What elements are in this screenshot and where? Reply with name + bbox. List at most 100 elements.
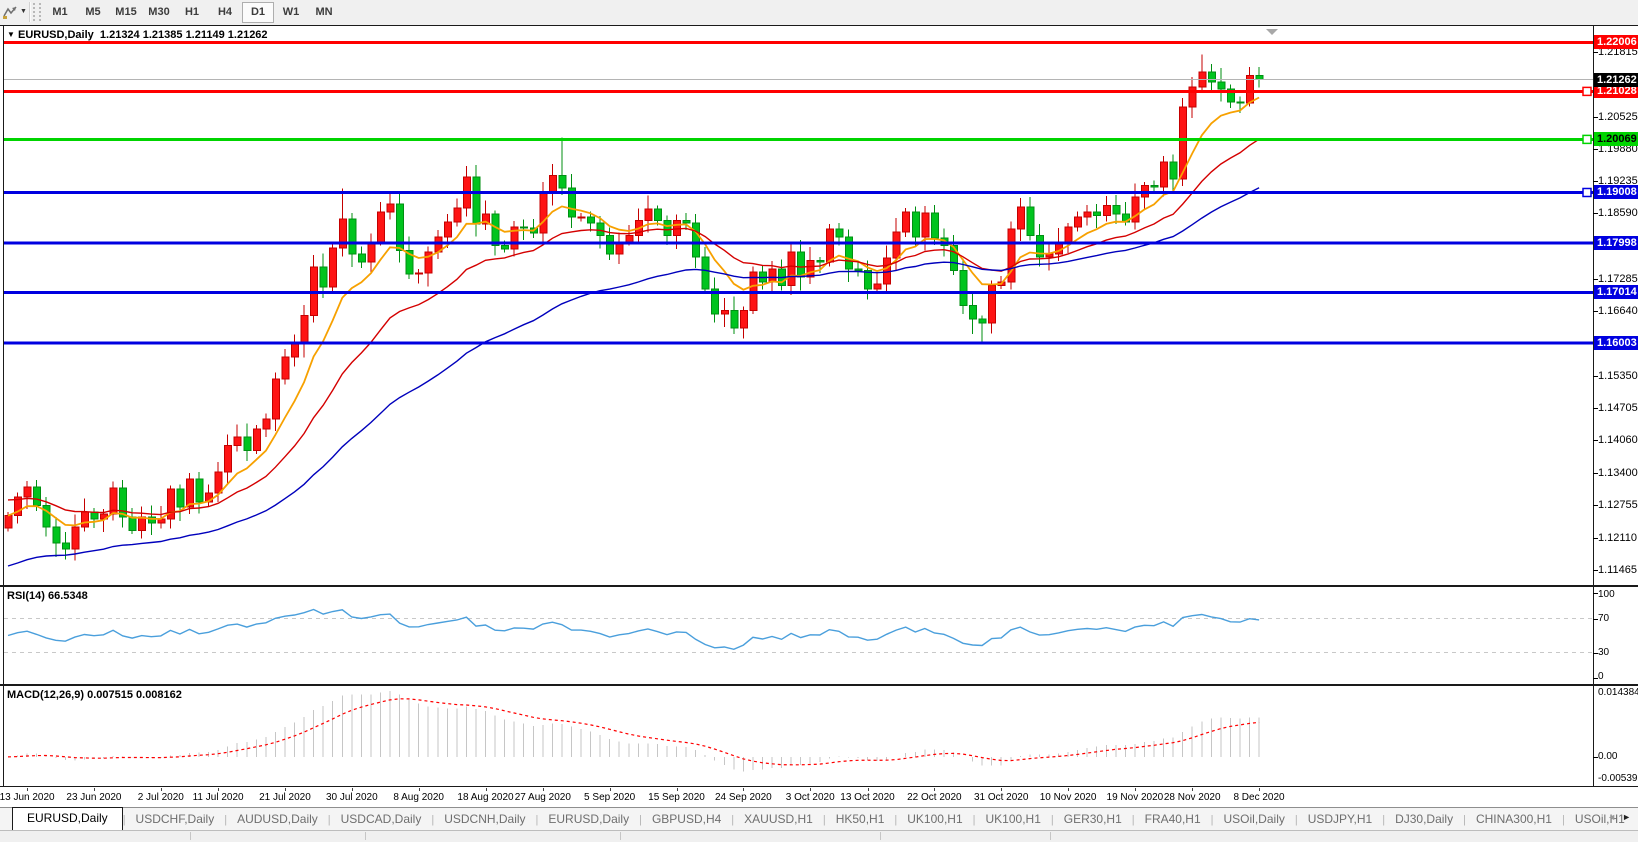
price-level-badge: 1.22006 (1594, 35, 1638, 49)
chart-tab[interactable]: UK100,H1 (976, 809, 1051, 830)
macd-indicator-panel[interactable] (0, 686, 1638, 787)
rsi-line (8, 610, 1259, 650)
timeframe-button-MN[interactable]: MN (308, 2, 340, 23)
ohlc-close: 1.21262 (228, 29, 268, 41)
date-tick (218, 788, 219, 791)
chart-tab[interactable]: GBPUSD,H4 (642, 809, 731, 830)
chart-shift-marker-icon[interactable] (1266, 29, 1278, 35)
main-price-chart[interactable] (0, 26, 1638, 585)
level-drag-handle[interactable] (1583, 87, 1591, 95)
chart-tab[interactable]: CHINA300,H1 (1466, 809, 1562, 830)
date-label: 27 Aug 2020 (515, 792, 571, 803)
date-tick (285, 788, 286, 791)
price-tick-label: 1.12110 (1598, 532, 1638, 544)
date-tick (743, 788, 744, 791)
date-label: 19 Nov 2020 (1107, 792, 1164, 803)
chart-tab[interactable]: UK100,H1 (897, 809, 972, 830)
price-tick-label: 1.20525 (1598, 111, 1638, 123)
chart-line-tool-icon[interactable] (2, 3, 20, 21)
toolbar-dropdown-icon[interactable]: ▼ (20, 8, 27, 15)
price-tick-label: 1.17285 (1598, 273, 1638, 285)
date-label: 21 Jul 2020 (259, 792, 311, 803)
macd-axis-label: -0.005396 (1598, 773, 1638, 785)
date-label: 18 Aug 2020 (457, 792, 513, 803)
date-label: 13 Jun 2020 (0, 792, 55, 803)
price-level-badge: 1.19008 (1594, 185, 1638, 199)
chart-symbol-period: EURUSD,Daily (18, 29, 94, 41)
chart-bottom-border (0, 786, 1638, 787)
ohlc-high: 1.21385 (143, 29, 183, 41)
date-label: 30 Jul 2020 (326, 792, 378, 803)
date-tick (934, 788, 935, 791)
price-level-badge: 1.20069 (1594, 132, 1638, 146)
date-tick (94, 788, 95, 791)
level-drag-handle[interactable] (1583, 188, 1591, 196)
chart-tab[interactable]: USDCNH,Daily (434, 809, 535, 830)
chart-tab[interactable]: DJ30,Daily (1385, 809, 1463, 830)
date-label: 13 Oct 2020 (840, 792, 894, 803)
price-tick-label: 1.12755 (1598, 499, 1638, 511)
date-label: 3 Oct 2020 (786, 792, 835, 803)
date-label: 8 Aug 2020 (393, 792, 444, 803)
timeframe-button-M5[interactable]: M5 (77, 2, 109, 23)
timeframe-button-M30[interactable]: M30 (143, 2, 175, 23)
tab-scroll-left-icon[interactable]: ◄ (1604, 812, 1619, 822)
date-label: 2 Jul 2020 (138, 792, 184, 803)
chart-tab[interactable]: USDCAD,Daily (331, 809, 432, 830)
chart-tab[interactable]: HK50,H1 (826, 809, 895, 830)
price-level-badge: 1.16003 (1594, 336, 1638, 350)
time-axis[interactable]: 13 Jun 2020 23 Jun 2020 2 Jul 2020 11 Jul 2… (0, 788, 1638, 807)
tab-scroll-right-icon[interactable]: ► (1619, 812, 1634, 822)
chart-tab[interactable]: USDJPY,H1 (1298, 809, 1382, 830)
rsi-tick (1593, 619, 1598, 620)
date-tick (610, 788, 611, 791)
date-tick (1192, 788, 1193, 791)
timeframe-button-H4[interactable]: H4 (209, 2, 241, 23)
chart-tab[interactable]: EURUSD,Daily (538, 809, 639, 830)
toolbar-grip-handle[interactable] (33, 3, 41, 21)
chart-tab[interactable]: USDCHF,Daily (126, 809, 225, 830)
date-label: 28 Nov 2020 (1164, 792, 1221, 803)
date-tick (27, 788, 28, 791)
macd-histogram (8, 691, 1259, 771)
macd-signal-line (8, 699, 1259, 765)
rsi-indicator-panel[interactable] (0, 587, 1638, 684)
rsi-label: RSI(14) 66.5348 (7, 590, 88, 602)
chart-tab[interactable]: XAUUSD,H1 (734, 809, 823, 830)
timeframe-button-H1[interactable]: H1 (176, 2, 208, 23)
rsi-tick (1593, 653, 1598, 654)
top-toolbar: ▼ M1M5M15M30H1H4D1W1MN (0, 0, 1638, 26)
chart-tab[interactable]: EURUSD,Daily (12, 807, 123, 830)
timeframe-button-W1[interactable]: W1 (275, 2, 307, 23)
date-label: 31 Oct 2020 (974, 792, 1028, 803)
timeframe-button-D1[interactable]: D1 (242, 2, 274, 23)
title-collapse-icon[interactable]: ▼ (7, 30, 15, 39)
timeframe-button-M1[interactable]: M1 (44, 2, 76, 23)
date-label: 23 Jun 2020 (66, 792, 121, 803)
date-tick (868, 788, 869, 791)
candlesticks (5, 54, 1263, 560)
chart-tab[interactable]: USOil,Daily (1214, 809, 1295, 830)
horizontal-level-lines[interactable] (4, 42, 1593, 342)
price-level-badge: 1.17998 (1594, 236, 1638, 250)
chart-tab-bar: EURUSD,Daily|USDCHF,Daily|AUDUSD,Daily|U… (0, 807, 1638, 830)
ohlc-low: 1.21149 (186, 29, 225, 41)
price-tick-label: 1.15350 (1598, 370, 1638, 382)
chart-tab[interactable]: AUDUSD,Daily (227, 809, 328, 830)
status-bar-separator (365, 832, 366, 840)
date-label: 11 Jul 2020 (193, 792, 244, 803)
date-tick (677, 788, 678, 791)
macd-axis-label: 0.00 (1598, 751, 1638, 763)
price-tick-label: 1.18590 (1598, 207, 1638, 219)
level-drag-handle[interactable] (1583, 135, 1591, 143)
chart-tab[interactable]: GER30,H1 (1054, 809, 1132, 830)
timeframe-button-M15[interactable]: M15 (110, 2, 142, 23)
fast-ma-line (8, 98, 1259, 526)
date-tick (486, 788, 487, 791)
price-level-badge: 1.17014 (1594, 285, 1638, 299)
chart-tab[interactable]: FRA40,H1 (1135, 809, 1211, 830)
rsi-axis-label: 30 (1598, 647, 1638, 659)
status-bar-separator (880, 832, 881, 840)
date-label: 24 Sep 2020 (715, 792, 772, 803)
rsi-axis-label: 70 (1598, 613, 1638, 625)
